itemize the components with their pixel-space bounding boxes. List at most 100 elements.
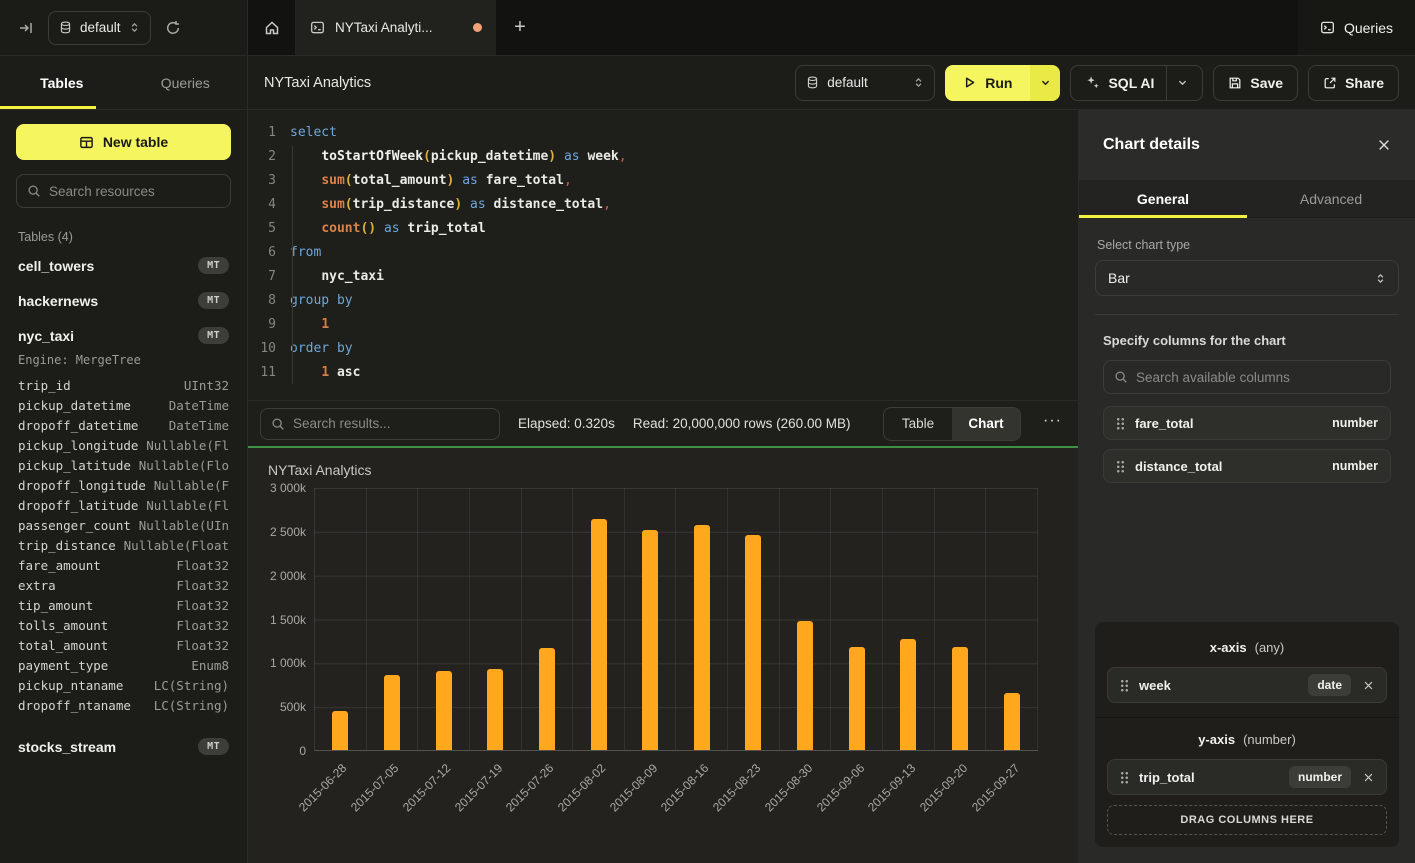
chart-slot (831, 488, 883, 750)
new-table-button[interactable]: New table (16, 124, 231, 160)
line-number: 4 (248, 197, 276, 212)
table-icon (79, 135, 94, 150)
x-axis-column-type: date (1308, 674, 1351, 696)
token: () (360, 221, 376, 236)
chart-bar[interactable] (539, 648, 555, 750)
column-row: extraFloat32 (16, 575, 231, 595)
chart-plot[interactable] (314, 488, 1038, 751)
chart-bar[interactable] (952, 647, 968, 750)
column-name: trip_distance (18, 538, 116, 553)
sparkle-icon (1085, 75, 1100, 90)
chart-bar[interactable] (384, 675, 400, 750)
chevron-down-icon[interactable] (1177, 77, 1188, 88)
chart-bar[interactable] (849, 647, 865, 750)
drag-columns-dropzone[interactable]: DRAG COLUMNS HERE (1107, 805, 1387, 835)
y-tick-label: 3 000k (270, 481, 306, 495)
tab-advanced[interactable]: Advanced (1247, 180, 1415, 217)
available-column-distance_total[interactable]: distance_totalnumber (1103, 449, 1391, 483)
close-icon[interactable] (1377, 138, 1391, 152)
column-row: payment_typeEnum8 (16, 655, 231, 675)
available-column-name: fare_total (1135, 416, 1322, 431)
chart-bar[interactable] (745, 535, 761, 750)
token: from (290, 245, 321, 260)
share-button[interactable]: Share (1308, 65, 1399, 101)
table-row[interactable]: hackernewsMT (16, 283, 231, 318)
specify-columns-label: Specify columns for the chart (1103, 333, 1391, 348)
query-title: NYTaxi Analytics (264, 75, 785, 91)
run-options-button[interactable] (1030, 65, 1060, 101)
table-row[interactable]: stocks_streamMT (16, 729, 231, 764)
drag-handle-icon[interactable] (1116, 417, 1125, 430)
line-number: 10 (248, 341, 276, 356)
toggle-chart[interactable]: Chart (952, 408, 1020, 440)
column-name: pickup_longitude (18, 438, 138, 453)
sidebar-tab-tables[interactable]: Tables (0, 56, 124, 109)
remove-icon[interactable] (1361, 770, 1376, 785)
queries-button[interactable]: Queries (1320, 20, 1393, 36)
new-tab-button[interactable]: + (496, 0, 544, 55)
column-row: pickup_latitudeNullable(Flo (16, 455, 231, 475)
table-row[interactable]: cell_towersMT (16, 248, 231, 283)
search-results-input[interactable] (293, 416, 489, 431)
y-axis-item-trip-total[interactable]: trip_total number (1107, 759, 1387, 795)
column-type: Float32 (176, 638, 229, 653)
drag-handle-icon[interactable] (1116, 460, 1125, 473)
tab-nytaxi-analytics[interactable]: NYTaxi Analyti... (296, 0, 496, 55)
remove-icon[interactable] (1361, 678, 1376, 693)
column-name: passenger_count (18, 518, 131, 533)
search-columns-input[interactable] (1136, 370, 1380, 385)
collapse-sidebar-icon[interactable] (14, 16, 38, 40)
share-icon (1323, 76, 1337, 90)
home-tab[interactable] (248, 0, 296, 55)
y-axis-ticks: 0500k1 000k1 500k2 000k2 500k3 000k (270, 488, 314, 751)
code-text: count() as trip_total (290, 221, 486, 236)
x-axis-item-week[interactable]: week date (1107, 667, 1387, 703)
chart-slot (418, 488, 470, 750)
search-resources-input[interactable] (49, 184, 220, 199)
divider (1095, 717, 1399, 718)
chart-slot (573, 488, 625, 750)
chart-bar[interactable] (332, 711, 348, 750)
database-selector[interactable]: default (48, 11, 151, 45)
chart-bar[interactable] (1004, 693, 1020, 750)
chart-bar[interactable] (591, 519, 607, 750)
top-bar: default NYTaxi Analyti... + Queries (0, 0, 1415, 56)
chart-bar[interactable] (487, 669, 503, 751)
token: asc (337, 365, 360, 380)
code-text: sum(trip_distance) as distance_total, (290, 197, 611, 212)
toggle-table[interactable]: Table (884, 408, 952, 440)
available-column-fare_total[interactable]: fare_totalnumber (1103, 406, 1391, 440)
sidebar-tab-queries[interactable]: Queries (124, 56, 248, 109)
table-row[interactable]: nyc_taxiMT (16, 318, 231, 353)
chart-bar[interactable] (900, 639, 916, 750)
sql-ai-button[interactable]: SQL AI (1070, 65, 1203, 101)
query-database-selector[interactable]: default (795, 65, 935, 101)
drag-handle-icon[interactable] (1120, 771, 1129, 784)
columns-list: trip_idUInt32pickup_datetimeDateTimedrop… (16, 375, 231, 715)
available-column-name: distance_total (1135, 459, 1322, 474)
more-options-icon[interactable]: ··· (1039, 412, 1066, 436)
chart-bar[interactable] (642, 530, 658, 750)
tab-general[interactable]: General (1079, 180, 1247, 217)
drag-handle-icon[interactable] (1120, 679, 1129, 692)
chart-bar[interactable] (797, 621, 813, 750)
token (462, 197, 470, 212)
chart-details-panel: Chart details General Advanced Select ch… (1078, 110, 1415, 863)
save-button[interactable]: Save (1213, 65, 1298, 101)
column-row: trip_distanceNullable(Float (16, 535, 231, 555)
refresh-icon[interactable] (161, 16, 185, 40)
run-button[interactable]: Run (945, 65, 1030, 101)
chart-type-label: Select chart type (1097, 238, 1397, 252)
token: ( (345, 173, 353, 188)
token: trip_distance (353, 197, 455, 212)
code-line: 5 count() as trip_total (248, 216, 1078, 240)
x-tick-label: 2015-07-05 (348, 761, 401, 814)
token: as (384, 221, 400, 236)
chart-bar[interactable] (436, 671, 452, 750)
chart-bar[interactable] (694, 525, 710, 750)
sql-editor[interactable]: 1select2 toStartOfWeek(pickup_datetime) … (248, 110, 1078, 400)
code-line: 3 sum(total_amount) as fare_total, (248, 168, 1078, 192)
y-axis-column-type: number (1289, 766, 1351, 788)
code-line: 4 sum(trip_distance) as distance_total, (248, 192, 1078, 216)
chart-type-select[interactable]: Bar (1095, 260, 1399, 296)
